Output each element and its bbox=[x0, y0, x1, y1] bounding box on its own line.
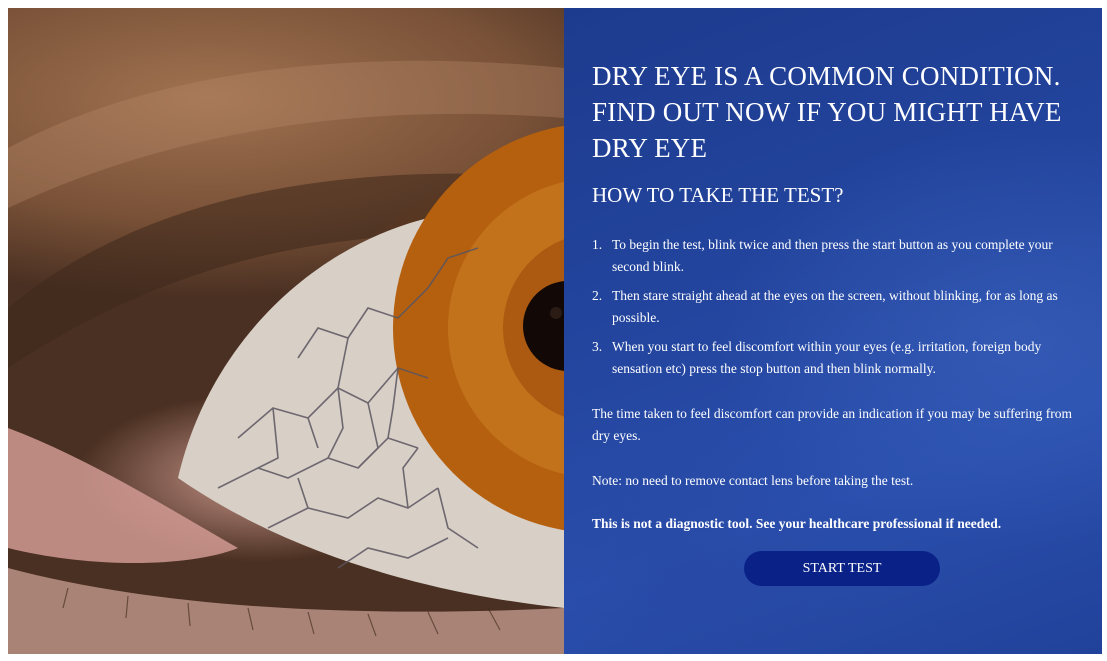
step-number: 3. bbox=[592, 339, 603, 354]
how-to-heading: HOW TO TAKE THE TEST? bbox=[592, 183, 844, 207]
dry-eye-test-screen: DRY EYE IS A COMMON CONDITION. FIND OUT … bbox=[8, 8, 1102, 654]
instruction-step: 1. To begin the test, blink twice and th… bbox=[592, 234, 1072, 278]
info-text: The time taken to feel discomfort can pr… bbox=[592, 406, 1072, 443]
page-title: DRY EYE IS A COMMON CONDITION. FIND OUT … bbox=[592, 61, 1062, 163]
test-instructions-panel: DRY EYE IS A COMMON CONDITION. FIND OUT … bbox=[564, 8, 1102, 654]
instruction-steps: 1. To begin the test, blink twice and th… bbox=[592, 234, 1072, 387]
disclaimer-text: This is not a diagnostic tool. See your … bbox=[592, 516, 1002, 531]
step-number: 2. bbox=[592, 288, 603, 303]
step-text: To begin the test, blink twice and then … bbox=[612, 237, 1053, 274]
step-number: 1. bbox=[592, 237, 603, 252]
note-text: Note: no need to remove contact lens bef… bbox=[592, 473, 914, 488]
instruction-step: 3. When you start to feel discomfort wit… bbox=[592, 336, 1072, 380]
cracked-eye-illustration bbox=[8, 60, 564, 654]
instruction-step: 2. Then stare straight ahead at the eyes… bbox=[592, 285, 1072, 329]
dry-eye-image bbox=[8, 8, 564, 654]
start-test-button[interactable]: START TEST bbox=[744, 551, 940, 586]
step-text: Then stare straight ahead at the eyes on… bbox=[612, 288, 1058, 325]
step-text: When you start to feel discomfort within… bbox=[612, 339, 1042, 376]
